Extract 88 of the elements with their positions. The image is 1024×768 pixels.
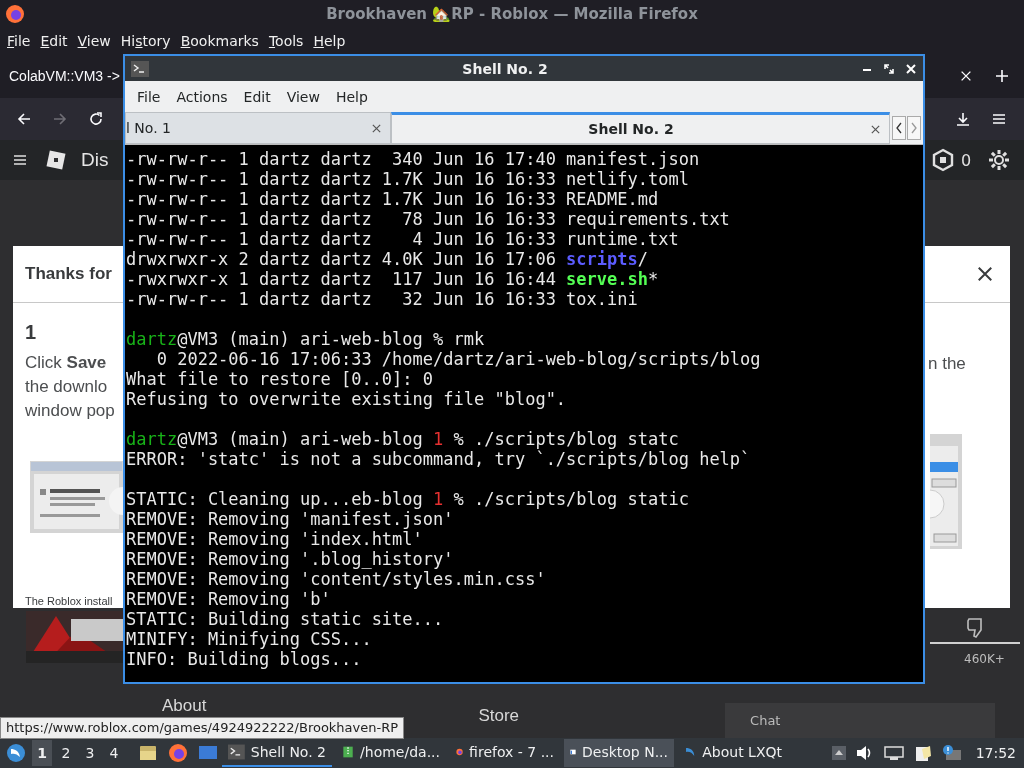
close-icon[interactable]	[870, 123, 881, 135]
taskbar-button[interactable]: firefox - 7 ...	[450, 739, 560, 767]
plus-icon[interactable]	[994, 68, 1010, 84]
taskbar-button[interactable]: Desktop N...	[564, 739, 674, 767]
terminal-line: ERROR: 'statc' is not a subcommand, try `./scripts/blog help`	[126, 449, 752, 469]
terminal-line: dartz@VM3 (main) ari-web-blog 1 % ./scripts/blog statc	[126, 429, 680, 449]
maximize-icon[interactable]	[883, 62, 895, 75]
menu-item[interactable]: Edit	[235, 88, 279, 105]
terminal-line: 0 2022-06-16 17:06:33 /home/dartz/ari-web-blog/scripts/blog	[155, 349, 762, 369]
forward-icon[interactable]	[52, 111, 68, 127]
archive-icon	[342, 744, 355, 760]
desktop-switch[interactable]: 1	[32, 740, 52, 766]
download-icon[interactable]	[955, 111, 971, 127]
terminal-line: REMOVE: Removing 'manifest.json'	[126, 509, 455, 529]
terminal-line: -rwxrwxr-x 1 dartz dartz 117 Jun 16 16:44 serve.sh*	[126, 269, 660, 289]
menu-item[interactable]: View	[72, 33, 116, 49]
taskbar-button[interactable]: About LXQt	[678, 739, 788, 767]
terminal-tab[interactable]: Shell No. 2	[391, 112, 890, 144]
file-manager-icon[interactable]	[138, 743, 158, 763]
terminal-line: REMOVE: Removing 'content/styles.min.css'	[126, 569, 547, 589]
hexagon-icon[interactable]	[931, 148, 955, 172]
robux-count: 0	[961, 150, 972, 170]
desktop-switch[interactable]: 2	[56, 740, 76, 766]
network-icon[interactable]	[883, 745, 904, 761]
menu-item[interactable]: File	[2, 33, 36, 49]
scroll-left-button[interactable]	[892, 116, 906, 140]
close-icon[interactable]	[975, 264, 995, 284]
page-tab[interactable]: About	[162, 696, 207, 716]
terminal-line: drwxrwxr-x 2 dartz dartz 4.0K Jun 16 17:06 scripts/	[126, 249, 649, 269]
menu-item[interactable]: Actions	[168, 88, 236, 105]
window-title: Shell No. 2	[461, 60, 549, 77]
menu-item[interactable]: Edit	[35, 33, 73, 49]
instruction-text: n the	[927, 353, 967, 375]
menu-item[interactable]: View	[278, 88, 328, 105]
desktop-switch[interactable]: 4	[104, 740, 124, 766]
terminal-line: INFO: Building blogs...	[126, 649, 363, 669]
logo-icon[interactable]	[45, 149, 67, 171]
taskbar-button[interactable]: Shell No. 2	[222, 739, 332, 767]
notification-icon[interactable]	[941, 744, 962, 762]
firefox-logo-icon	[5, 4, 25, 24]
instruction-text: window pop	[25, 400, 116, 422]
terminal-icon	[228, 744, 245, 760]
terminal-line: -rw-rw-r-- 1 dartz dartz 78 Jun 16 16:33 requirements.txt	[126, 209, 731, 229]
terminal-line: Refusing to overwrite existing file "blog".	[126, 389, 568, 409]
chevron-right-icon	[910, 122, 918, 134]
chevron-left-icon	[895, 122, 903, 134]
link-tooltip: https://www.roblox.com/games/4924922222/Brookhaven-RP	[0, 717, 405, 739]
terminal-line: STATIC: Cleaning up...eb-blog 1 % ./scripts/blog static	[126, 489, 690, 509]
terminal-line: -rw-rw-r-- 1 dartz dartz 1.7K Jun 16 16:33 README.md	[126, 189, 660, 209]
page-title[interactable]: Dis	[81, 149, 109, 171]
menu-item[interactable]: Help	[308, 33, 351, 49]
menu-item[interactable]: Tools	[263, 33, 309, 49]
settings-icon[interactable]	[987, 148, 1012, 172]
terminal-line: REMOVE: Removing 'index.html'	[126, 529, 424, 549]
terminal-line: STATIC: Building static site...	[126, 609, 445, 629]
menu-item[interactable]: Bookmarks	[175, 33, 264, 49]
terminal-icon	[131, 60, 149, 77]
chat-panel[interactable]: Chat	[725, 703, 996, 738]
terminal-line: What file to restore [0..0]: 0	[126, 369, 435, 389]
taskbar-button[interactable]: /home/da...	[336, 739, 446, 767]
menu-icon[interactable]	[991, 111, 1007, 127]
terminal-line: MINIFY: Minifying CSS...	[126, 629, 373, 649]
menu-item[interactable]: File	[129, 88, 169, 105]
dialog-title: Thanks for	[24, 264, 112, 284]
dislike-count: 460K+	[963, 652, 1005, 666]
terminal-line: -rw-rw-r-- 1 dartz dartz 340 Jun 16 17:40 manifest.json	[126, 149, 701, 169]
terminal-tab[interactable]: l No. 1	[125, 112, 391, 144]
instruction-text: Click Save	[25, 352, 108, 374]
terminal-line: -rw-rw-r-- 1 dartz dartz 32 Jun 16 16:33 tox.ini	[126, 289, 639, 309]
desktop-switch[interactable]: 3	[80, 740, 100, 766]
menu-item[interactable]: Help	[327, 88, 376, 105]
window-title: Brookhaven 🏡RP - Roblox — Mozilla Firefox	[325, 5, 699, 23]
back-icon[interactable]	[16, 111, 32, 127]
terminal-line: -rw-rw-r-- 1 dartz dartz 4 Jun 16 16:33 runtime.txt	[126, 229, 680, 249]
menu-item[interactable]: History	[115, 33, 176, 49]
step-number: 1	[25, 321, 38, 345]
clipboard-icon[interactable]	[913, 744, 932, 762]
terminal-line: dartz@VM3 (main) ari-web-blog % rmk	[126, 329, 486, 349]
reload-icon[interactable]	[88, 111, 104, 127]
terminal-line: REMOVE: Removing 'b'	[126, 589, 332, 609]
caption-text: The Roblox install	[25, 595, 114, 607]
start-menu-icon[interactable]	[6, 743, 26, 763]
terminal-line: -rw-rw-r-- 1 dartz dartz 1.7K Jun 16 16:33 netlify.toml	[126, 169, 690, 189]
page-tab[interactable]: Store	[478, 706, 520, 726]
firefox-icon[interactable]	[168, 743, 188, 763]
instruction-text: the downlo	[25, 376, 109, 398]
terminal-line: REMOVE: Removing '.blog_history'	[126, 549, 455, 569]
clock: 17:52	[975, 745, 1016, 761]
